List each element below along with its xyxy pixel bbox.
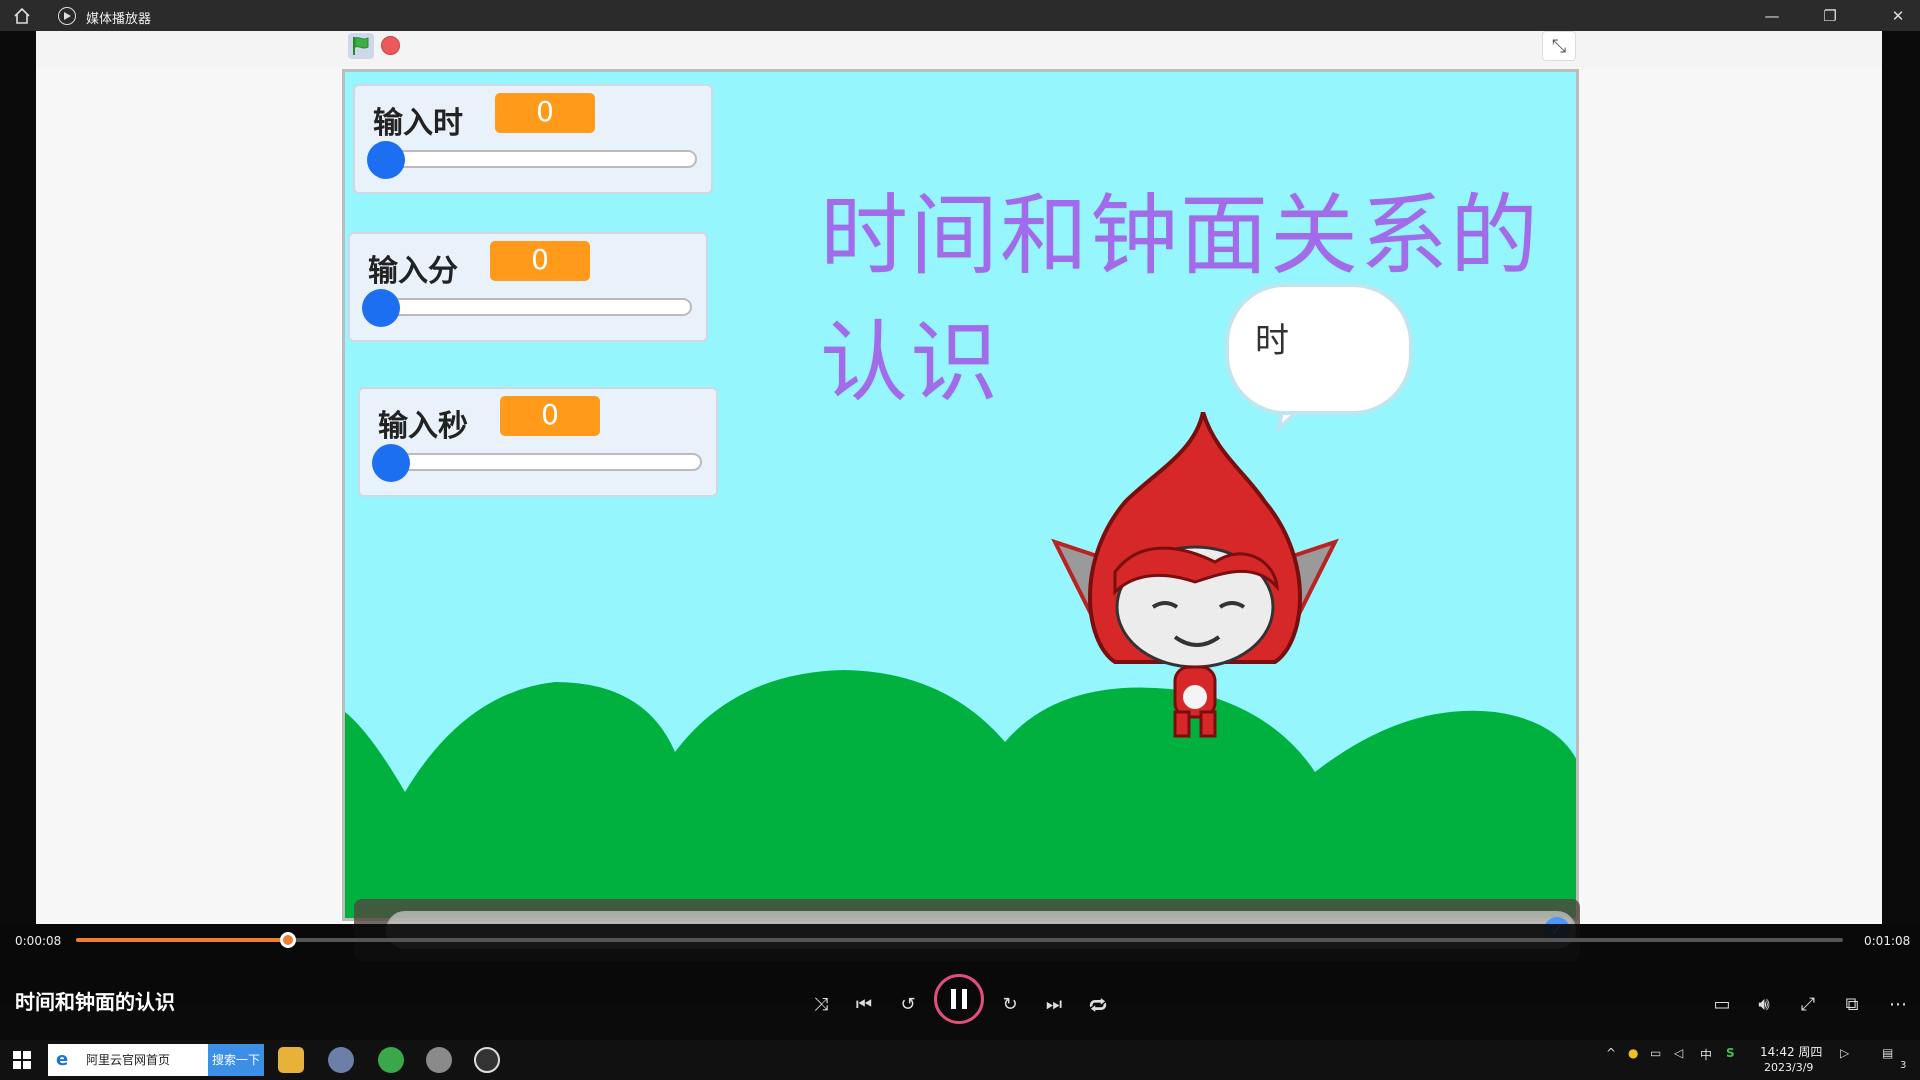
ie-icon: e bbox=[56, 1049, 69, 1070]
windows-taskbar: e 阿里云官网首页 搜索一下 ^ ● ▭ ◁ 中 S 14:42 周四 2023… bbox=[0, 1040, 1920, 1080]
slider-track[interactable] bbox=[373, 150, 697, 168]
clock-date[interactable]: 2023/3/9 bbox=[1764, 1061, 1813, 1074]
browser-icon[interactable] bbox=[378, 1047, 404, 1073]
seek-bar[interactable] bbox=[76, 932, 1843, 948]
notification-icon[interactable]: ▤ bbox=[1882, 1046, 1893, 1060]
notification-count: 3 bbox=[1900, 1060, 1907, 1071]
media-player-icon bbox=[58, 7, 76, 25]
rewind-10-icon[interactable]: ↺ bbox=[890, 986, 926, 1022]
total-time: 0:01:08 bbox=[1864, 934, 1911, 948]
more-icon[interactable]: ⋯ bbox=[1880, 986, 1916, 1022]
monitor-label: 输入秒 bbox=[378, 409, 468, 444]
current-time: 0:00:08 bbox=[15, 934, 62, 948]
pause-icon bbox=[951, 989, 956, 1009]
search-button[interactable]: 搜索一下 bbox=[208, 1044, 264, 1076]
green-flag-icon bbox=[353, 37, 369, 55]
monitor-second: 输入秒 0 bbox=[358, 387, 718, 497]
minimize-button[interactable]: — bbox=[1750, 0, 1794, 31]
collapse-icon: ⤡ bbox=[1551, 35, 1567, 57]
speech-bubble: 时 bbox=[1225, 283, 1413, 415]
stage-title: 时间和钟面关系的认识 bbox=[820, 184, 1541, 414]
green-flag-button[interactable] bbox=[348, 33, 374, 59]
ime-indicator[interactable]: 中 bbox=[1700, 1046, 1712, 1063]
monitor-value: 0 bbox=[500, 396, 600, 436]
previous-icon[interactable]: ⏮ bbox=[846, 986, 882, 1022]
video-name: 时间和钟面的认识 bbox=[15, 990, 175, 1014]
player-controls: 0:00:08 0:01:08 时间和钟面的认识 ⤨ ⏮ ↺ ↻ ⏭ 🔁︎ ▭ … bbox=[0, 924, 1920, 1040]
tray-app-icon[interactable]: ● bbox=[1628, 1046, 1638, 1060]
paint-icon[interactable] bbox=[426, 1047, 452, 1073]
slider-knob[interactable] bbox=[367, 141, 405, 179]
sogou-icon[interactable]: S bbox=[1726, 1046, 1735, 1060]
app-icon[interactable] bbox=[328, 1047, 354, 1073]
forward-30-icon[interactable]: ↻ bbox=[992, 986, 1028, 1022]
slider-knob[interactable] bbox=[362, 289, 400, 327]
home-icon[interactable] bbox=[12, 6, 32, 26]
miniplayer-icon[interactable]: ⧉ bbox=[1834, 986, 1870, 1022]
browser-search-box[interactable]: e 阿里云官网首页 bbox=[48, 1044, 208, 1076]
slider-knob[interactable] bbox=[372, 444, 410, 482]
monitor-value: 0 bbox=[490, 241, 590, 281]
show-desktop-icon[interactable]: ▷ bbox=[1840, 1046, 1849, 1060]
sprite-character[interactable] bbox=[1045, 412, 1345, 742]
subtitles-icon[interactable]: ▭ bbox=[1704, 986, 1740, 1022]
next-icon[interactable]: ⏭ bbox=[1036, 986, 1072, 1022]
shuffle-icon[interactable]: ⤨ bbox=[803, 986, 839, 1022]
volume-icon[interactable]: 🔊︎ bbox=[1746, 986, 1782, 1022]
volume-tray-icon[interactable]: ◁ bbox=[1674, 1046, 1683, 1060]
title-bar: 媒体播放器 — ❐ ✕ bbox=[0, 0, 1920, 31]
slider-track[interactable] bbox=[378, 453, 702, 471]
monitor-value: 0 bbox=[495, 93, 595, 133]
monitor-hour: 输入时 0 bbox=[353, 84, 713, 194]
exit-fullscreen-button[interactable]: ⤡ bbox=[1542, 31, 1576, 61]
fullscreen-icon[interactable]: ⤢ bbox=[1790, 986, 1826, 1022]
tray-chevron-icon[interactable]: ^ bbox=[1606, 1046, 1616, 1060]
speech-text: 时 bbox=[1255, 321, 1289, 361]
scratch-stage[interactable]: 输入时 0 输入分 0 输入秒 0 时间和钟面关系的认识 时 bbox=[342, 69, 1579, 921]
pause-icon-bar bbox=[962, 989, 967, 1009]
pause-button[interactable] bbox=[934, 974, 984, 1024]
seek-progress bbox=[76, 938, 289, 942]
repeat-icon[interactable]: 🔁︎ bbox=[1080, 986, 1116, 1022]
windows-start-icon[interactable] bbox=[13, 1051, 31, 1069]
close-button[interactable]: ✕ bbox=[1876, 0, 1920, 31]
restore-button[interactable]: ❐ bbox=[1808, 0, 1852, 31]
search-text: 阿里云官网首页 bbox=[86, 1053, 171, 1067]
video-frame[interactable]: ⤡ 输入时 0 输入分 0 输入秒 0 时间和钟面关系的认识 时 bbox=[36, 31, 1882, 961]
monitor-label: 输入时 bbox=[373, 106, 463, 141]
network-icon[interactable]: ▭ bbox=[1650, 1046, 1661, 1060]
clock-time[interactable]: 14:42 周四 bbox=[1760, 1043, 1822, 1060]
monitor-minute: 输入分 0 bbox=[348, 232, 708, 342]
window-title: 媒体播放器 bbox=[86, 12, 152, 27]
file-explorer-icon[interactable] bbox=[278, 1047, 304, 1073]
seek-knob[interactable] bbox=[280, 932, 297, 948]
media-player-taskbar-icon[interactable] bbox=[474, 1047, 500, 1073]
monitor-label: 输入分 bbox=[368, 254, 458, 289]
scratch-toolbar: ⤡ bbox=[36, 31, 1882, 67]
stop-button[interactable] bbox=[381, 36, 400, 55]
slider-track[interactable] bbox=[368, 298, 692, 316]
